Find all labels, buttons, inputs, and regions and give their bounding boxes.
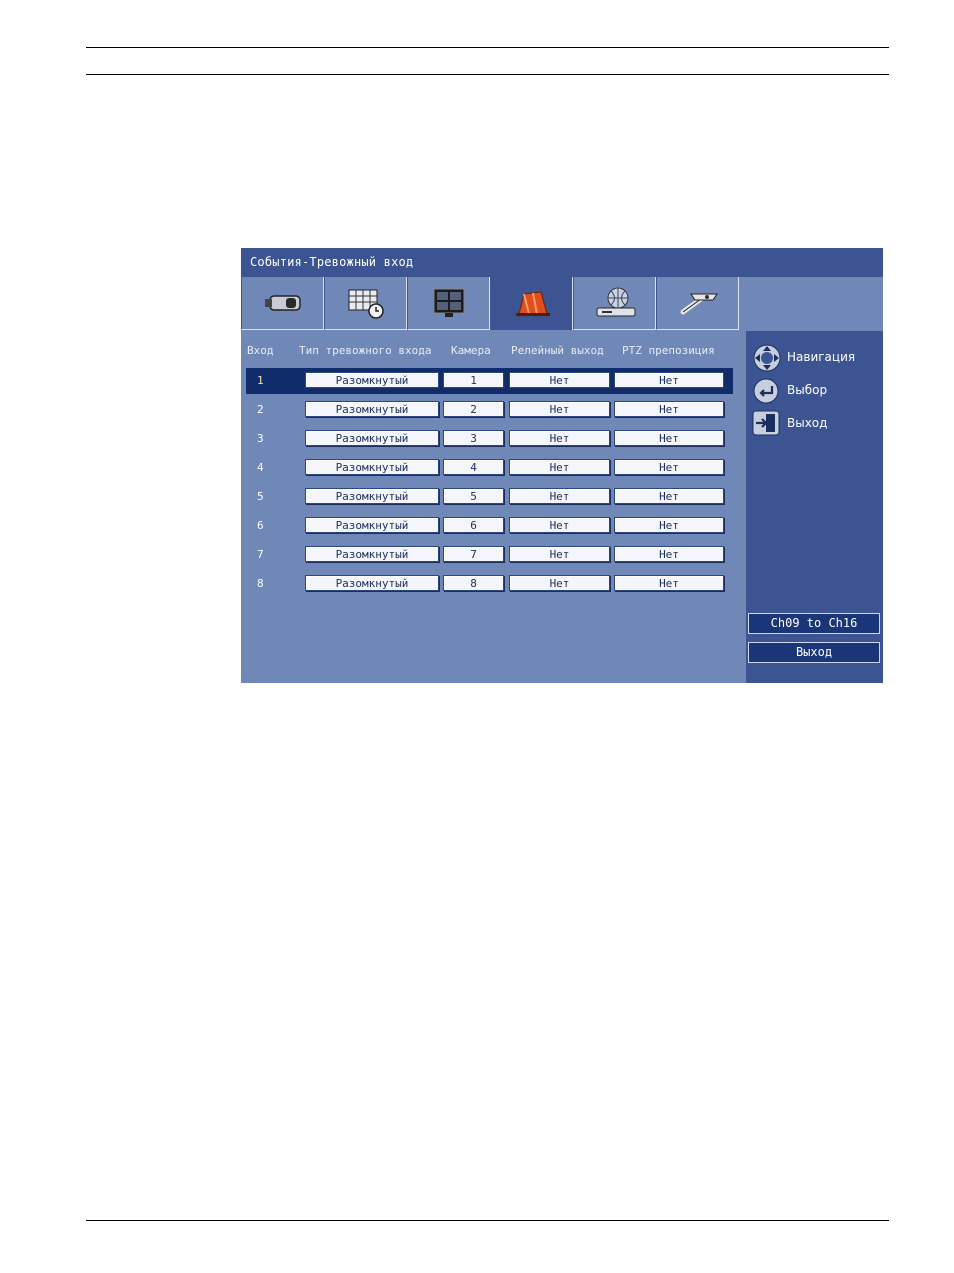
camera-field[interactable]: 6 [443, 517, 504, 533]
table-row[interactable]: 5 Разомкнутый 5 Нет Нет [246, 484, 733, 510]
exit-icon [752, 410, 780, 436]
camera-field[interactable]: 7 [443, 546, 504, 562]
ptz-field[interactable]: Нет [614, 575, 724, 591]
relay-field[interactable]: Нет [509, 517, 610, 533]
tab-camera[interactable] [241, 277, 324, 330]
enter-icon [753, 378, 779, 404]
camera-field[interactable]: 2 [443, 401, 504, 417]
tab-network[interactable] [573, 277, 656, 330]
table-row[interactable]: 8 Разомкнутый 8 Нет Нет [246, 571, 733, 597]
ptz-field[interactable]: Нет [614, 517, 724, 533]
navigation-dpad-icon [753, 344, 781, 372]
camera-field[interactable]: 1 [443, 372, 504, 388]
alarm-type-field[interactable]: Разомкнутый [305, 372, 439, 388]
header-alarm-type: Тип тревожного входа [299, 344, 432, 357]
relay-field[interactable]: Нет [509, 488, 610, 504]
ptz-field[interactable]: Нет [614, 546, 724, 562]
ptz-field[interactable]: Нет [614, 488, 724, 504]
relay-field[interactable]: Нет [509, 401, 610, 417]
ptz-field[interactable]: Нет [614, 459, 724, 475]
input-number: 6 [257, 519, 264, 532]
ptz-field[interactable]: Нет [614, 372, 724, 388]
legend-exit-label: Выход [787, 416, 828, 430]
input-number: 1 [257, 374, 264, 387]
dvr-menu-screen: События-Тревожный вход Вход Тип тревожно… [241, 248, 883, 683]
title-bar: События-Тревожный вход [241, 248, 883, 277]
monitor-icon [433, 288, 465, 317]
input-number: 7 [257, 548, 264, 561]
top-rule-2 [86, 74, 889, 75]
bottom-rule [86, 1220, 889, 1221]
network-icon [596, 287, 636, 317]
camera-icon [265, 295, 301, 311]
table-row[interactable]: 4 Разомкнутый 4 Нет Нет [246, 455, 733, 481]
tab-tools[interactable] [656, 277, 739, 330]
schedule-icon [348, 289, 384, 319]
relay-field[interactable]: Нет [509, 546, 610, 562]
table-row[interactable]: 1 Разомкнутый 1 Нет Нет [246, 368, 733, 394]
input-number: 2 [257, 403, 264, 416]
table-row[interactable]: 6 Разомкнутый 6 Нет Нет [246, 513, 733, 539]
table-row[interactable]: 7 Разомкнутый 7 Нет Нет [246, 542, 733, 568]
header-camera: Камера [451, 344, 491, 357]
alarm-type-field[interactable]: Разомкнутый [305, 575, 439, 591]
header-ptz: PTZ препозиция [622, 344, 715, 357]
header-relay: Релейный выход [511, 344, 604, 357]
alarm-type-field[interactable]: Разомкнутый [305, 430, 439, 446]
relay-field[interactable]: Нет [509, 372, 610, 388]
input-number: 4 [257, 461, 264, 474]
alarm-type-field[interactable]: Разомкнутый [305, 459, 439, 475]
ptz-field[interactable]: Нет [614, 430, 724, 446]
relay-field[interactable]: Нет [509, 575, 610, 591]
camera-field[interactable]: 8 [443, 575, 504, 591]
table-row[interactable]: 3 Разомкнутый 3 Нет Нет [246, 426, 733, 452]
ptz-field[interactable]: Нет [614, 401, 724, 417]
input-number: 3 [257, 432, 264, 445]
top-rule-1 [86, 47, 889, 48]
tab-monitor[interactable] [407, 277, 490, 330]
relay-field[interactable]: Нет [509, 459, 610, 475]
alarm-type-field[interactable]: Разомкнутый [305, 401, 439, 417]
alarm-type-field[interactable]: Разомкнутый [305, 517, 439, 533]
alarm-type-field[interactable]: Разомкнутый [305, 488, 439, 504]
table-row[interactable]: 2 Разомкнутый 2 Нет Нет [246, 397, 733, 423]
alarm-type-field[interactable]: Разомкнутый [305, 546, 439, 562]
camera-field[interactable]: 4 [443, 459, 504, 475]
tab-alarm[interactable] [490, 277, 573, 330]
window-title: События-Тревожный вход [250, 255, 414, 269]
relay-field[interactable]: Нет [509, 430, 610, 446]
tools-icon [680, 293, 718, 315]
alarm-icon [516, 291, 550, 316]
camera-field[interactable]: 3 [443, 430, 504, 446]
input-number: 5 [257, 490, 264, 503]
exit-button[interactable]: Выход [748, 642, 880, 663]
legend-select-label: Выбор [787, 383, 828, 397]
tab-bar-filler [746, 277, 883, 331]
camera-field[interactable]: 5 [443, 488, 504, 504]
input-number: 8 [257, 577, 264, 590]
channel-range-button[interactable]: Ch09 to Ch16 [748, 613, 880, 634]
tab-schedule[interactable] [324, 277, 407, 330]
header-input: Вход [247, 344, 274, 357]
legend-navigation-label: Навигация [787, 350, 856, 364]
tab-bar [241, 277, 746, 331]
